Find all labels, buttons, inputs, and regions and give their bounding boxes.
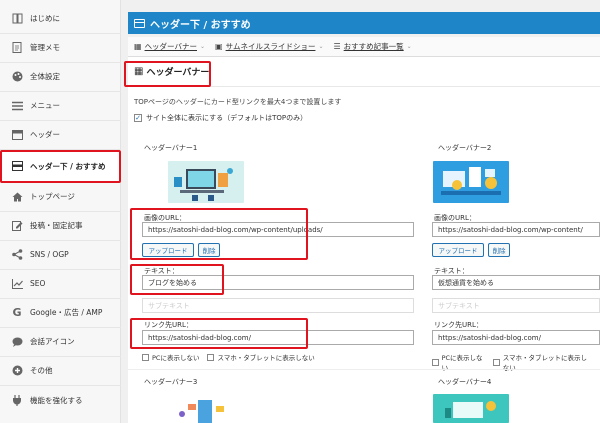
banner-1-image-url-input[interactable]: https://satoshi-dad-blog.com/wp-content/…	[142, 222, 414, 237]
banner-2-title: ヘッダーバナー2	[438, 144, 492, 152]
page-title: ヘッダー下 / おすすめ	[150, 19, 251, 31]
sidebar-item-general[interactable]: 全体設定	[0, 62, 121, 91]
banner-4-thumbnail	[433, 394, 509, 423]
sidebar-item-header[interactable]: ヘッダー	[0, 120, 121, 149]
hide-sp-label: スマホ・タブレットに表示しない	[217, 354, 315, 362]
sidebar-item-label: ヘッダー下 / おすすめ	[30, 161, 106, 171]
banner-1-link-url-input[interactable]: https://satoshi-dad-blog.com/	[142, 330, 414, 345]
palette-icon	[11, 71, 23, 83]
sidebar-item-label: 全体設定	[30, 72, 60, 81]
hide-pc-checkbox[interactable]	[142, 353, 149, 361]
banner-1-delete-button[interactable]: 削除	[198, 243, 220, 257]
sidebar-item-label: ヘッダー	[30, 130, 60, 139]
divider	[128, 369, 600, 370]
nav-link-label: おすすめ記事一覧	[343, 42, 404, 51]
nav-link-label: サムネイルスライドショー	[225, 42, 316, 51]
sidebar-item-label: SEO	[30, 279, 46, 288]
nav-link-recommended[interactable]: ☰ おすすめ記事一覧 ⌄	[333, 41, 411, 52]
header-below-icon	[11, 160, 23, 172]
sidebar-item-memo[interactable]: 管理メモ	[0, 33, 121, 62]
sidebar-item-label: 会話アイコン	[30, 337, 75, 346]
banner-2-text-input[interactable]: 仮想通貨を始める	[432, 275, 600, 290]
main-content: ヘッダー下 / おすすめ ▦ ヘッダーバナー ⌄ ▣ サムネイルスライドショー …	[121, 0, 600, 423]
banner-1-text-input[interactable]: ブログを始める	[142, 275, 414, 290]
banner-1-thumbnail	[168, 161, 244, 203]
chevron-down-icon: ⌄	[200, 43, 206, 50]
sitewide-label: サイト全体に表示にする（デフォルトはTOPのみ）	[146, 114, 308, 122]
image-icon: ▣	[215, 42, 223, 51]
sitewide-checkbox[interactable]: ✓	[134, 114, 142, 122]
sidebar-item-chat[interactable]: 会話アイコン	[0, 327, 121, 356]
divider	[128, 86, 600, 87]
page-header: ヘッダー下 / おすすめ	[128, 12, 600, 34]
sidebar-item-extend[interactable]: 機能を強化する	[0, 386, 121, 415]
chevron-down-icon: ⌄	[406, 43, 412, 50]
settings-panel: ▦ ヘッダーバナー TOPページのヘッダーにカード型リンクを最大4つまで設置しま…	[128, 57, 600, 423]
sidebar-item-label: 投稿・固定記事	[30, 221, 83, 230]
sidebar-item-label: 機能を強化する	[30, 396, 83, 405]
nav-link-slideshow[interactable]: ▣ サムネイルスライドショー ⌄	[215, 41, 323, 52]
sidebar-item-label: SNS / OGP	[30, 250, 69, 259]
sidebar-item-intro[interactable]: はじめに	[0, 4, 121, 33]
nav-link-header-banner[interactable]: ▦ ヘッダーバナー ⌄	[134, 41, 205, 52]
book-icon	[11, 13, 23, 25]
link-url-label: リンク先URL：	[434, 321, 483, 329]
chevron-down-icon: ⌄	[318, 43, 324, 50]
sitewide-option[interactable]: ✓ サイト全体に表示にする（デフォルトはTOPのみ）	[134, 113, 307, 123]
hide-pc-checkbox[interactable]	[432, 358, 439, 366]
home-icon	[11, 191, 23, 203]
link-url-label: リンク先URL：	[144, 321, 193, 329]
grid-icon: ▦	[134, 42, 142, 51]
chat-icon	[11, 336, 23, 348]
banner-3-thumbnail	[168, 394, 244, 423]
hide-sp-checkbox[interactable]	[207, 353, 215, 361]
google-icon: G	[12, 305, 22, 319]
sidebar-item-header-below[interactable]: ヘッダー下 / おすすめ	[0, 150, 121, 182]
hide-sp-checkbox[interactable]	[493, 358, 500, 366]
section-title: ヘッダーバナー	[146, 68, 210, 78]
grid-icon: ▦	[134, 66, 144, 77]
document-icon	[11, 42, 23, 54]
banner-2-upload-button[interactable]: アップロード	[432, 243, 484, 257]
sidebar: はじめに 管理メモ 全体設定 メニュー ヘッダー ヘッダー下 / おすすめ トッ…	[0, 0, 121, 423]
sidebar-item-label: トップページ	[30, 192, 75, 201]
share-icon	[11, 249, 23, 261]
sidebar-item-other[interactable]: その他	[0, 356, 121, 385]
banner-1-visibility-options: PCに表示しない スマホ・タブレットに表示しない	[142, 352, 323, 362]
nav-link-label: ヘッダーバナー	[144, 42, 197, 51]
sidebar-item-google[interactable]: G Google・広告 / AMP	[0, 298, 121, 327]
sidebar-item-label: はじめに	[30, 14, 60, 23]
sidebar-item-label: 管理メモ	[30, 43, 60, 52]
sidebar-item-label: その他	[30, 366, 53, 375]
section-description: TOPページのヘッダーにカード型リンクを最大4つまで設置します	[134, 98, 342, 106]
chart-icon	[11, 278, 23, 290]
sidebar-item-seo[interactable]: SEO	[0, 269, 121, 298]
list-icon: ☰	[333, 42, 341, 51]
section-header: ▦ ヘッダーバナー	[134, 65, 209, 78]
sidebar-item-label: メニュー	[30, 101, 60, 110]
sidebar-item-menu[interactable]: メニュー	[0, 91, 121, 120]
banner-3-title: ヘッダーバナー3	[144, 378, 198, 386]
header-below-icon	[134, 18, 145, 28]
edit-icon	[11, 220, 23, 232]
banner-2-subtext-input[interactable]: サブテキスト	[432, 298, 600, 313]
banner-1-title: ヘッダーバナー1	[144, 144, 198, 152]
sidebar-item-sns[interactable]: SNS / OGP	[0, 240, 121, 269]
section-nav: ▦ ヘッダーバナー ⌄ ▣ サムネイルスライドショー ⌄ ☰ おすすめ記事一覧 …	[128, 37, 600, 57]
sidebar-item-label: Google・広告 / AMP	[30, 308, 103, 317]
hide-pc-label: PCに表示しない	[152, 354, 200, 362]
banner-2-thumbnail	[433, 161, 509, 203]
plug-icon	[11, 395, 23, 407]
banner-2-image-url-input[interactable]: https://satoshi-dad-blog.com/wp-content/	[432, 222, 600, 237]
banner-2-link-url-input[interactable]: https://satoshi-dad-blog.com/	[432, 330, 600, 345]
banner-1-upload-button[interactable]: アップロード	[142, 243, 194, 257]
sidebar-item-posts[interactable]: 投稿・固定記事	[0, 211, 121, 240]
menu-icon	[11, 100, 23, 112]
header-icon	[11, 129, 23, 141]
banner-4-title: ヘッダーバナー4	[438, 378, 492, 386]
plus-circle-icon	[11, 365, 23, 377]
banner-2-delete-button[interactable]: 削除	[488, 243, 510, 257]
banner-1-subtext-input[interactable]: サブテキスト	[142, 298, 414, 313]
sidebar-item-top-page[interactable]: トップページ	[0, 182, 121, 211]
